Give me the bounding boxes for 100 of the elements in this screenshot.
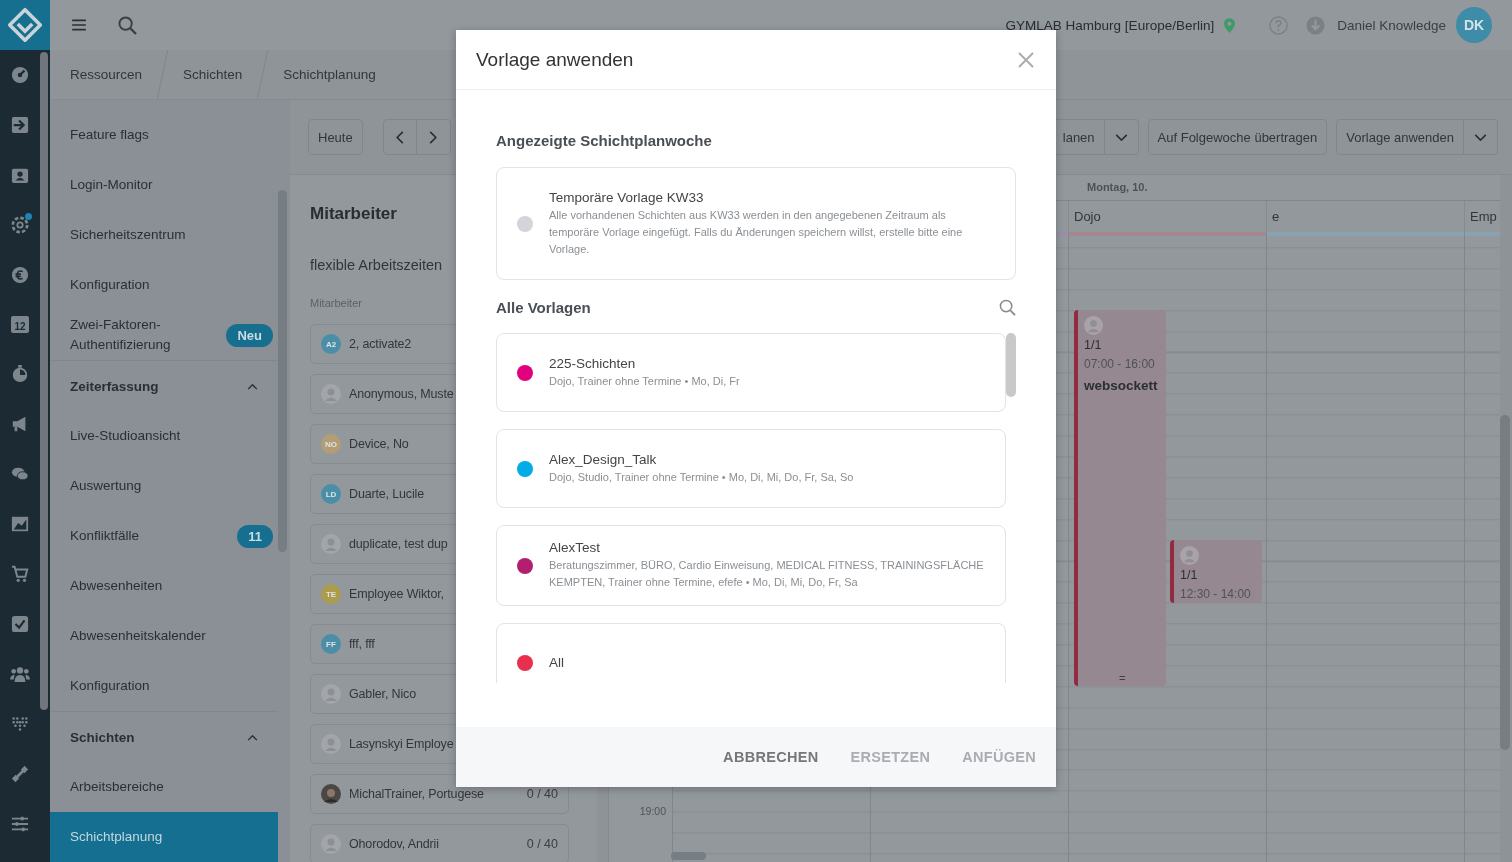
scrollbar-thumb[interactable]: [671, 852, 706, 860]
contact-card-icon[interactable]: [11, 166, 29, 184]
today-button[interactable]: Heute: [308, 119, 363, 155]
shift-title: websockett: [1084, 378, 1158, 393]
nav-label: Auswertung: [70, 477, 142, 495]
resize-handle[interactable]: =: [1119, 672, 1126, 685]
employee-avatar: TE: [321, 584, 341, 604]
template-card[interactable]: 225-Schichten Dojo, Trainer ohne Termine • Mo, Di, Fr: [496, 333, 1006, 412]
nav-item[interactable]: Auswertung: [50, 461, 278, 511]
employee-avatar: NO: [321, 434, 341, 454]
nav-label: Arbeitsbereiche: [70, 778, 164, 796]
nav-item[interactable]: Konfiguration: [50, 661, 278, 711]
shift-time: 07:00 - 16:00: [1084, 357, 1155, 371]
stopwatch-icon[interactable]: [11, 365, 29, 383]
search-icon[interactable]: [999, 299, 1016, 316]
person-icon: [1180, 545, 1199, 565]
calendar-icon[interactable]: 12: [11, 316, 29, 333]
nav-label: Zwei-Faktoren-Authentifizierung: [70, 316, 172, 354]
scrollbar-thumb[interactable]: [1006, 333, 1016, 397]
employee-row[interactable]: Ohorodov, Andrii 0 / 40: [310, 824, 569, 862]
nav-item[interactable]: Abwesenheitskalender: [50, 611, 278, 661]
user-name[interactable]: Daniel Knowledge: [1337, 17, 1446, 33]
breadcrumb-link[interactable]: Schichten: [183, 67, 243, 82]
template-card[interactable]: Alex_Design_Talk Dojo, Studio, Trainer ohne Termine • Mo, Di, Mi, Do, Fr, Sa, So: [496, 429, 1006, 508]
nav-badge: 11: [237, 524, 273, 548]
template-card[interactable]: Temporäre Vorlage KW33 Alle vorhandenen Schichten aus KW33 werden in den angegebenen Zeitraum als temporäre Vorlage eingefügt. Falls du Änderungen speichern willst, erstelle bitte eine Vorlage.: [496, 167, 1016, 280]
nav-item[interactable]: Login-Monitor: [50, 160, 278, 210]
shift-count: 1/1: [1084, 338, 1102, 352]
employee-name: Lasynskyi Employe: [349, 737, 455, 751]
nav-item[interactable]: Schichtplanung: [50, 812, 278, 862]
nav-label: Feature flags: [70, 126, 149, 144]
nav-item[interactable]: Arbeitsbereiche: [50, 762, 278, 812]
nav-item[interactable]: Sicherheitszentrum: [50, 210, 278, 260]
nav-label: Live-Studioansicht: [70, 427, 181, 445]
close-icon[interactable]: [1018, 51, 1034, 68]
shift-time: 12:30 - 14:00: [1180, 586, 1251, 601]
user-avatar[interactable]: DK: [1456, 7, 1492, 43]
chart-icon[interactable]: [11, 515, 29, 533]
toolbar-button[interactable]: Vorlage anwenden: [1336, 119, 1464, 155]
time-label: 19:00: [639, 804, 666, 817]
template-card[interactable]: AlexTest Beratungszimmer, BÜRO, Cardio Einweisung, MEDICAL FITNESS, TRAININGSFLÄCHE KEMPTEN, Trainer ohne Termine, efefe • Mo, Di, Mi, Do, Fr, Sa: [496, 525, 1006, 606]
nav-label: Login-Monitor: [70, 176, 153, 194]
day-header: Montag, 10.: [1087, 181, 1148, 193]
group-icon[interactable]: [10, 665, 30, 683]
nav-item[interactable]: Feature flags: [50, 110, 278, 160]
nav-item[interactable]: Abwesenheiten: [50, 561, 278, 611]
euro-icon[interactable]: [11, 266, 29, 284]
dialog-button[interactable]: ABBRECHEN: [717, 741, 825, 773]
menu-icon[interactable]: [72, 19, 86, 31]
template-card[interactable]: All: [496, 623, 1006, 683]
cart-icon[interactable]: [11, 565, 29, 583]
template-name: Temporäre Vorlage KW33: [549, 189, 705, 205]
nav-item[interactable]: Live-Studioansicht: [50, 411, 278, 461]
nav-section-header[interactable]: Schichten: [50, 711, 278, 762]
employee-avatar: LD: [321, 484, 341, 504]
shift-event[interactable]: 1/1 07:00 - 16:00 websockett =: [1074, 310, 1166, 687]
employee-name: 2, activate2: [349, 337, 413, 351]
toolbar-button[interactable]: Auf Folgewoche übertragen: [1147, 119, 1328, 155]
nav-item[interactable]: Zwei-Faktoren-Authentifizierung Neu: [50, 310, 278, 360]
dot-grid-icon[interactable]: [11, 715, 29, 733]
settings-icon[interactable]: [11, 216, 29, 234]
chevron-icon: [247, 382, 258, 390]
employee-name: Anonymous, Muste: [349, 387, 455, 401]
employee-name: Employee Wiktor,: [349, 587, 445, 601]
chevron-down-icon: [1474, 133, 1487, 141]
scrollbar-thumb[interactable]: [1500, 415, 1510, 750]
shift-count: 1/1: [1180, 567, 1198, 582]
hours-count: 0 / 40: [526, 787, 558, 801]
employee-name: fff, fff: [349, 637, 376, 651]
employee-name: Ohorodov, Andrii: [349, 837, 440, 851]
location-name[interactable]: GYMLAB Hamburg [Europe/Berlin]: [1005, 17, 1215, 33]
scrollbar-thumb[interactable]: [40, 52, 48, 710]
nav-badge: Neu: [226, 323, 273, 347]
checkbox-icon[interactable]: [11, 615, 29, 633]
employee-name: Device, No: [349, 437, 410, 451]
search-icon[interactable]: [118, 15, 137, 35]
employee-name: Duarte, Lucile: [349, 487, 426, 501]
column-header: Dojo: [1073, 208, 1102, 226]
breadcrumb-link[interactable]: Ressourcen: [70, 67, 143, 82]
person-icon: [1084, 316, 1103, 335]
nav-item[interactable]: Konfliktfälle 11: [50, 511, 278, 561]
chat-icon[interactable]: [11, 465, 29, 483]
dashboard-icon[interactable]: [11, 66, 29, 84]
filter-label[interactable]: flexible Arbeitszeiten: [310, 257, 443, 273]
app-logo[interactable]: [0, 0, 50, 50]
template-description: Alle vorhandenen Schichten aus KW33 werden in den angegebenen Zeitraum als temporäre Vorlage eingefügt. Falls du Änderungen speichern willst, erstelle bitte eine Vorlage.: [549, 207, 964, 257]
nav-label: Konfiguration: [70, 677, 150, 695]
column-header: Emp: [1469, 208, 1498, 226]
nav-label: Abwesenheiten: [70, 577, 163, 595]
sliders-icon[interactable]: [11, 815, 29, 833]
nav-label: Sicherheitszentrum: [70, 226, 186, 244]
nav-item[interactable]: Konfiguration: [50, 260, 278, 310]
dumbbell-icon[interactable]: [11, 765, 29, 783]
shift-event[interactable]: 1/1 12:30 - 14:00: [1170, 539, 1262, 603]
sign-in-icon[interactable]: [11, 116, 29, 134]
dialog-title: Vorlage anwenden: [476, 48, 634, 71]
section-title: Schichten: [70, 729, 135, 745]
employee-name: Gabler, Nico: [349, 687, 417, 701]
breadcrumb-link[interactable]: Schichtplanung: [283, 67, 376, 82]
section-heading: Angezeigte Schichtplanwoche: [496, 132, 713, 149]
